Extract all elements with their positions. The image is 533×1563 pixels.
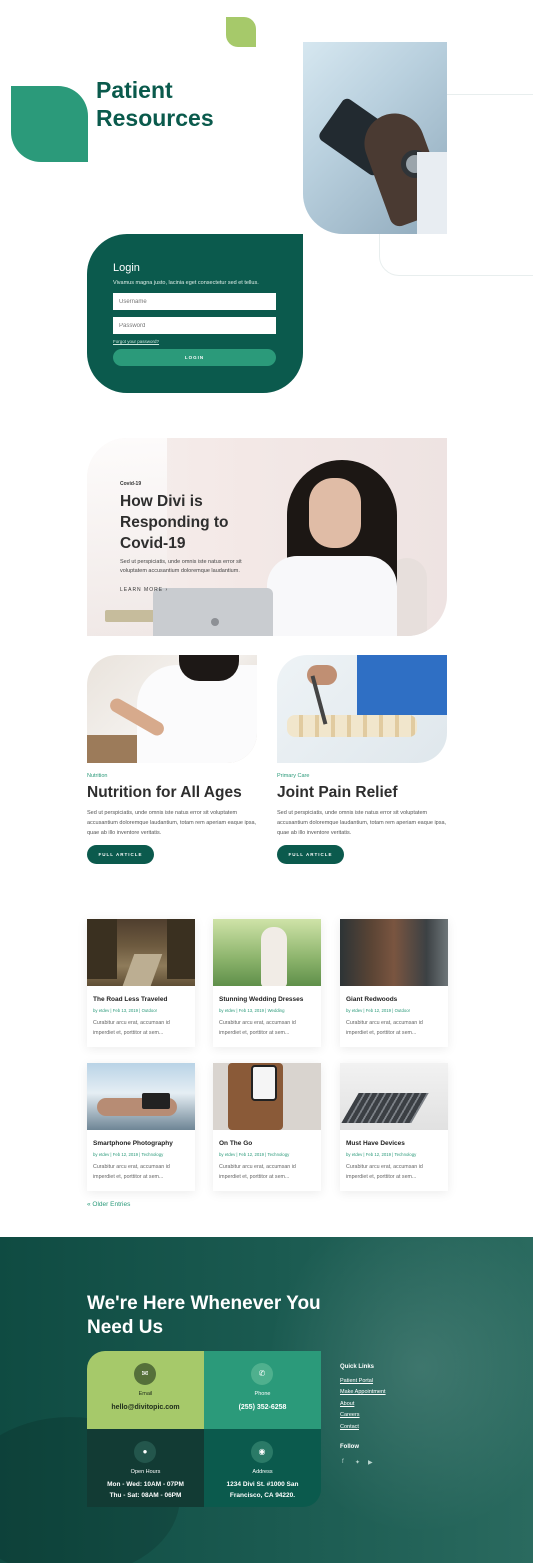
youtube-icon[interactable]: ▶ — [368, 1459, 373, 1466]
twitter-icon[interactable]: ✦ — [355, 1459, 360, 1466]
blog-excerpt: Curabitur arcu erat, accumsan id imperdi… — [346, 1020, 423, 1036]
learn-more-link[interactable]: LEARN MORE › — [120, 587, 168, 593]
quick-link-make-appointment[interactable]: Make Appointment — [340, 1389, 386, 1395]
blog-meta: by etdev | Feb 12, 2019 | Technology — [93, 1152, 164, 1157]
leaf-decoration-small — [226, 17, 256, 47]
contact-tile-email[interactable]: ✉ Email hello@divitopic.com — [87, 1351, 204, 1429]
blog-card[interactable]: Giant Redwoods by etdev | Feb 12, 2019 |… — [340, 919, 448, 1047]
envelope-icon: ✉ — [134, 1363, 156, 1385]
apple-logo-icon — [211, 618, 219, 626]
blog-meta: by etdev | Feb 13, 2019 | Wedding — [219, 1008, 285, 1013]
footer-title: We're Here Whenever You Need Us — [87, 1293, 321, 1338]
quick-link-careers[interactable]: Careers — [340, 1412, 360, 1418]
blog-meta: by etdev | Feb 13, 2019 | Outdoor — [93, 1008, 158, 1013]
contact-label: Open Hours — [130, 1469, 161, 1475]
blog-meta: by etdev | Feb 12, 2019 | Technology — [219, 1152, 290, 1157]
blog-image[interactable] — [87, 919, 195, 986]
contact-label: Email — [138, 1391, 153, 1397]
article-image-nutrition — [87, 655, 257, 763]
quick-links-title: Quick Links — [340, 1364, 375, 1370]
feature-title: How Divi is Responding to Covid-19 — [120, 493, 229, 552]
blog-card[interactable]: Must Have Devices by etdev | Feb 12, 201… — [340, 1063, 448, 1191]
contact-label: Address — [252, 1469, 273, 1475]
follow-title: Follow — [340, 1444, 359, 1450]
blog-title[interactable]: On The Go — [219, 1140, 252, 1147]
article-category: Nutrition — [87, 773, 108, 779]
blog-card[interactable]: On The Go by etdev | Feb 12, 2019 | Tech… — [213, 1063, 321, 1191]
article-description: Sed ut perspiciatis, unde omnis iste nat… — [277, 810, 447, 836]
quick-link-about[interactable]: About — [340, 1401, 354, 1407]
feature-card-covid[interactable]: Covid-19 How Divi is Responding to Covid… — [87, 438, 447, 636]
article-category: Primary Care — [277, 773, 310, 779]
contact-tile-hours: ● Open Hours Mon - Wed: 10AM - 07PM Thu … — [87, 1429, 204, 1507]
blog-image[interactable] — [340, 1063, 448, 1130]
username-field[interactable] — [113, 293, 276, 310]
facebook-icon[interactable]: f — [342, 1459, 344, 1465]
full-article-button[interactable]: FULL ARTICLE — [277, 845, 344, 864]
blog-image[interactable] — [213, 1063, 321, 1130]
article-title[interactable]: Nutrition for All Ages — [87, 784, 242, 802]
article-image-joint-pain — [277, 655, 447, 763]
leaf-decoration-large — [11, 86, 88, 162]
login-title: Login — [113, 262, 140, 274]
contact-label: Phone — [254, 1391, 271, 1397]
blog-excerpt: Curabitur arcu erat, accumsan id imperdi… — [219, 1164, 296, 1180]
page-title: Patient Resources — [96, 77, 214, 131]
phone-icon: ✆ — [251, 1363, 273, 1385]
blog-title[interactable]: Giant Redwoods — [346, 996, 397, 1003]
contact-tile-phone[interactable]: ✆ Phone (255) 352-6258 — [204, 1351, 321, 1429]
hours-line: Mon - Wed: 10AM - 07PM — [107, 1481, 184, 1488]
blog-meta: by etdev | Feb 12, 2019 | Outdoor — [346, 1008, 411, 1013]
blog-title[interactable]: Smartphone Photography — [93, 1140, 173, 1147]
map-pin-icon: ◉ — [251, 1441, 273, 1463]
blog-title[interactable]: Must Have Devices — [346, 1140, 405, 1147]
clock-icon: ● — [134, 1441, 156, 1463]
article-title[interactable]: Joint Pain Relief — [277, 784, 398, 802]
blog-meta: by etdev | Feb 12, 2019 | Technology — [346, 1152, 417, 1157]
blog-card[interactable]: The Road Less Traveled by etdev | Feb 13… — [87, 919, 195, 1047]
blog-title[interactable]: Stunning Wedding Dresses — [219, 996, 303, 1003]
blog-image[interactable] — [340, 919, 448, 986]
email-value[interactable]: hello@divitopic.com — [87, 1402, 204, 1413]
contact-tile-address: ◉ Address 1234 Divi St. #1000 San Franci… — [204, 1429, 321, 1507]
blog-card[interactable]: Smartphone Photography by etdev | Feb 12… — [87, 1063, 195, 1191]
blog-title[interactable]: The Road Less Traveled — [93, 996, 167, 1003]
blog-card[interactable]: Stunning Wedding Dresses by etdev | Feb … — [213, 919, 321, 1047]
hero-image-doctor-tablet — [303, 42, 447, 234]
password-field[interactable] — [113, 317, 276, 334]
blog-image[interactable] — [87, 1063, 195, 1130]
quick-link-patient-portal[interactable]: Patient Portal — [340, 1378, 373, 1384]
footer-section: We're Here Whenever You Need Us ✉ Email … — [0, 1237, 533, 1563]
address-line: 1234 Divi St. #1000 San — [226, 1481, 299, 1488]
login-subtitle: Vivamus magna justo, lacinia eget consec… — [113, 280, 259, 286]
address-line: Francisco, CA 94220. — [229, 1492, 296, 1499]
login-button[interactable]: LOGIN — [113, 349, 276, 366]
blog-excerpt: Curabitur arcu erat, accumsan id imperdi… — [93, 1020, 170, 1036]
older-entries-link[interactable]: « Older Entries — [87, 1201, 130, 1208]
blog-excerpt: Curabitur arcu erat, accumsan id imperdi… — [219, 1020, 296, 1036]
quick-link-contact[interactable]: Contact — [340, 1424, 359, 1430]
blog-excerpt: Curabitur arcu erat, accumsan id imperdi… — [346, 1164, 423, 1180]
feature-tag: Covid-19 — [120, 481, 142, 487]
forgot-password-link[interactable]: Forgot your password? — [113, 339, 159, 344]
feature-description: Sed ut perspiciatis, unde omnis iste nat… — [120, 559, 242, 574]
hours-line: Thu - Sat: 08AM - 06PM — [109, 1492, 182, 1499]
article-description: Sed ut perspiciatis, unde omnis iste nat… — [87, 810, 257, 836]
blog-excerpt: Curabitur arcu erat, accumsan id imperdi… — [93, 1164, 170, 1180]
full-article-button[interactable]: FULL ARTICLE — [87, 845, 154, 864]
phone-value[interactable]: (255) 352-6258 — [204, 1402, 321, 1413]
login-panel: Login Vivamus magna justo, lacinia eget … — [87, 234, 303, 393]
blog-image[interactable] — [213, 919, 321, 986]
